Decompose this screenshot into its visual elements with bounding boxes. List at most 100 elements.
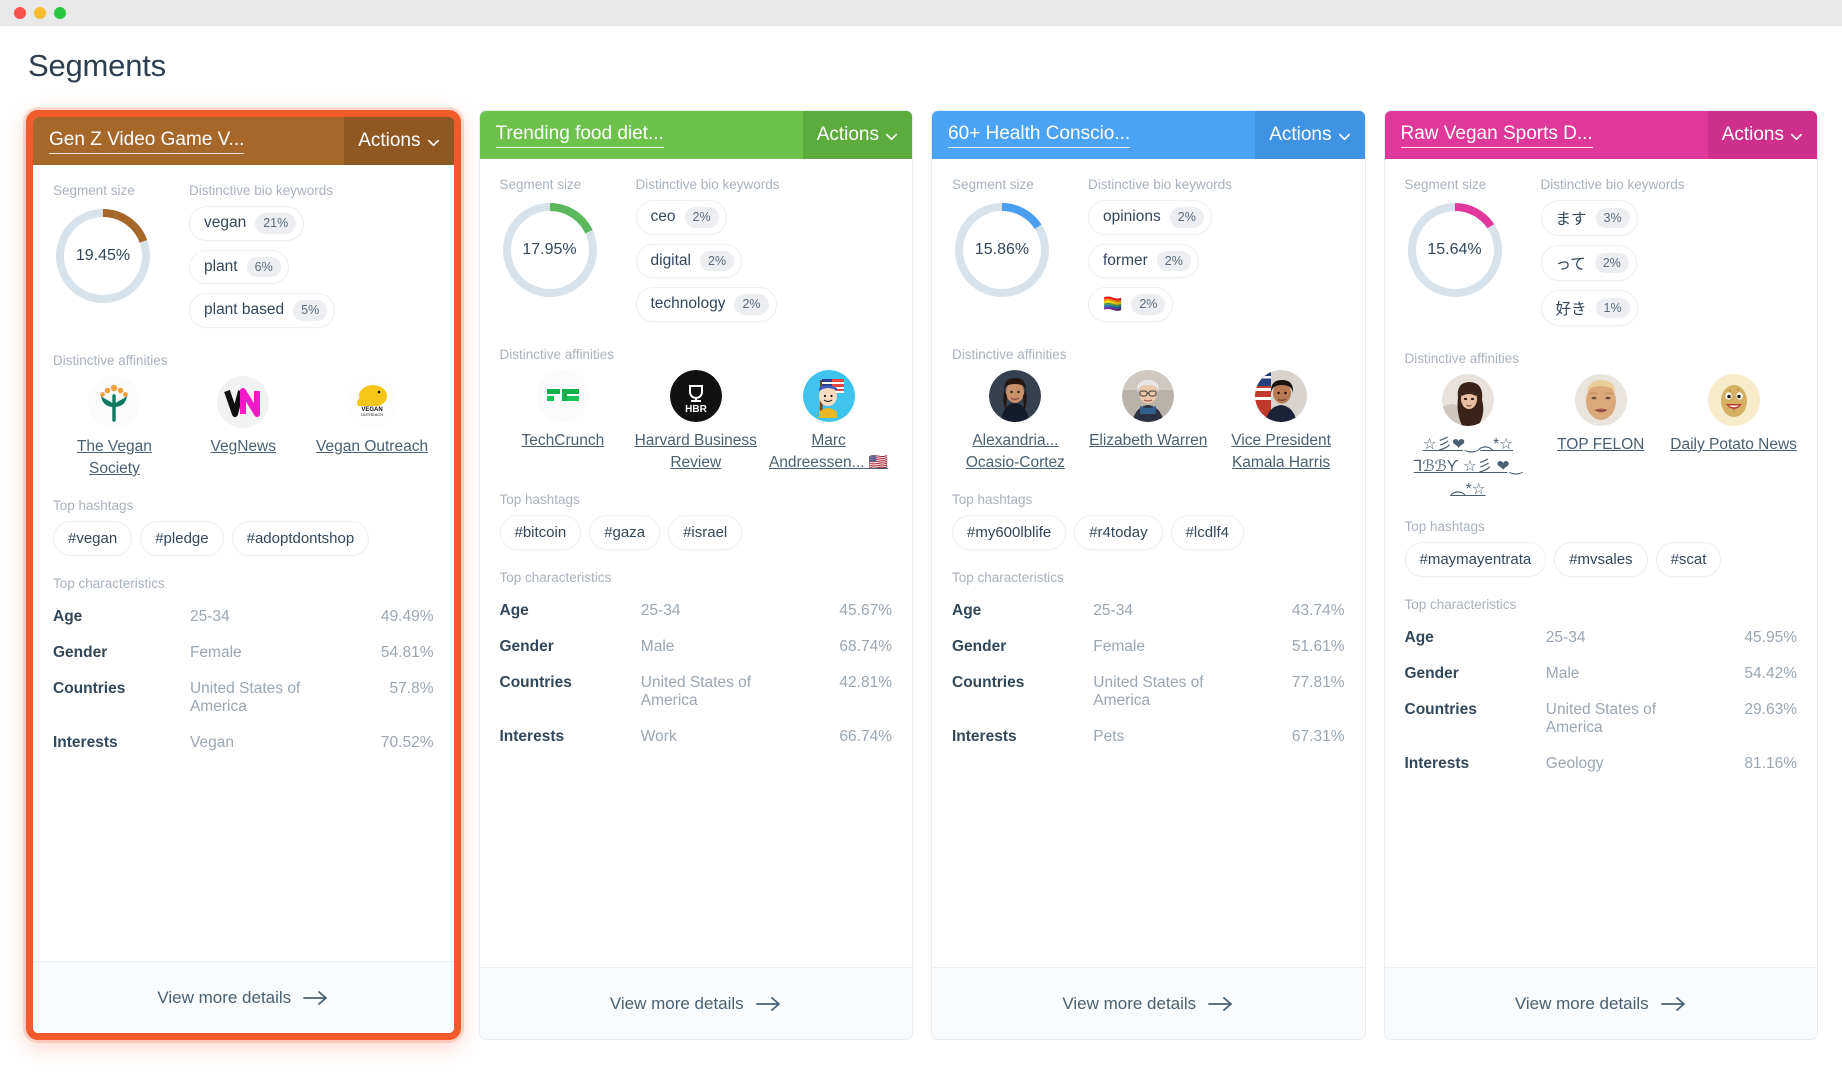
daily-potato-news-avatar — [1707, 374, 1760, 426]
actions-menu-button[interactable]: Actions — [1707, 111, 1817, 159]
segment-title[interactable]: 60+ Health Conscio... — [932, 111, 1255, 159]
hashtags-block: Top hashtags #maymayentrata #mvsales #scat — [1404, 519, 1798, 578]
view-more-details-button[interactable]: View more details — [479, 967, 912, 1039]
affinity-name[interactable]: Vegan Outreach — [316, 436, 428, 458]
bio-keyword-pill[interactable]: ceo 2% — [635, 200, 727, 235]
bio-keyword-pill[interactable]: former 2% — [1088, 243, 1199, 278]
top-felon-avatar — [1574, 374, 1627, 426]
bio-keywords-block: Distinctive bio keywords ます 3% って 2% 好き 1% — [1540, 177, 1798, 335]
segment-overview: Segment size 15.86% Distinctive bio keywor… — [952, 177, 1345, 331]
bio-keyword-pill[interactable]: 🏳️‍🌈 2% — [1088, 287, 1174, 322]
bio-keyword-pill[interactable]: 好き 1% — [1540, 290, 1638, 326]
characteristic-value: United States of America — [1093, 674, 1204, 710]
segment-size-block: Segment size 19.45% — [53, 183, 173, 337]
bio-keyword-pill[interactable]: ます 3% — [1540, 200, 1638, 236]
hashtag-chip[interactable]: #my600lblife — [952, 515, 1067, 551]
view-more-details-button[interactable]: View more details — [33, 961, 454, 1033]
segment-card: Trending food diet... Actions Segment size… — [478, 110, 913, 1040]
segment-size-donut-chart: 17.95% — [500, 200, 600, 300]
affinity-item[interactable]: ☆彡❤︎‿︵*☆ ⅂ℬℬƳ ☆彡 ❤︎‿︵*☆ — [1405, 374, 1532, 501]
bio-keyword-pill[interactable]: plant 6% — [189, 249, 289, 284]
affinity-name[interactable]: TechCrunch — [522, 430, 605, 452]
affinity-item[interactable]: Elizabeth Warren — [1085, 369, 1212, 475]
minimize-window-button[interactable] — [34, 7, 46, 19]
bio-keyword-pill[interactable]: opinions 2% — [1088, 200, 1212, 235]
affinity-name[interactable]: ☆彡❤︎‿︵*☆ ⅂ℬℬƳ ☆彡 ❤︎‿︵*☆ — [1405, 434, 1532, 501]
hashtag-chip[interactable]: #pledge — [140, 521, 224, 557]
affinities-label: Distinctive affinities — [499, 346, 615, 362]
affinity-name[interactable]: Harvard Business Review — [632, 430, 759, 475]
segment-size-value: 17.95% — [522, 241, 577, 258]
bio-keyword-pill[interactable]: digital 2% — [635, 243, 743, 278]
affinities-label: Distinctive affinities — [1404, 351, 1520, 366]
characteristic-value: Work — [640, 728, 677, 746]
characteristic-percent: 54.42% — [1744, 665, 1797, 683]
segment-title[interactable]: Gen Z Video Game V... — [33, 117, 344, 165]
affinity-item[interactable]: VEGAN OUTREACH Vegan Outreach — [311, 375, 434, 481]
affinity-name[interactable]: The Vegan Society — [53, 436, 176, 481]
close-window-button[interactable] — [14, 7, 26, 19]
affinity-name[interactable]: Vice President Kamala Harris — [1218, 430, 1345, 475]
segment-size-block: Segment size 15.64% — [1405, 177, 1525, 335]
hashtag-chip[interactable]: #maymayentrata — [1404, 542, 1547, 578]
bio-keyword-pill[interactable]: plant based 5% — [189, 293, 336, 328]
affinity-name[interactable]: TOP FELON — [1557, 434, 1644, 456]
bio-keyword-pill[interactable]: technology 2% — [635, 287, 777, 322]
affinity-name[interactable]: Alexandria... Ocasio-Cortez — [952, 430, 1079, 475]
affinity-item[interactable]: Daily Potato News — [1670, 374, 1797, 501]
hashtags-label: Top hashtags — [952, 492, 1033, 508]
affinity-name[interactable]: VegNews — [211, 436, 276, 458]
affinity-item[interactable]: VegNews — [182, 375, 305, 481]
characteristic-value: United States of America — [640, 674, 752, 710]
affinity-item[interactable]: Alexandria... Ocasio-Cortez — [952, 369, 1079, 475]
affinity-item[interactable]: TOP FELON — [1537, 374, 1664, 501]
hashtag-chip[interactable]: #lcdlf4 — [1170, 515, 1244, 551]
actions-menu-button[interactable]: Actions — [1255, 111, 1365, 159]
hashtag-chip[interactable]: #bitcoin — [499, 515, 582, 551]
characteristic-key: Interests — [952, 728, 1017, 746]
arrow-right-icon — [303, 990, 329, 1006]
segment-title-text: Raw Vegan Sports D... — [1400, 123, 1593, 148]
view-more-details-label: View more details — [157, 987, 292, 1007]
characteristic-key: Interests — [499, 728, 565, 746]
hashtag-chip[interactable]: #adoptdontshop — [231, 521, 370, 557]
affinity-item[interactable]: TechCrunch — [500, 369, 627, 475]
affinity-item[interactable]: Marc Andreessen... 🇺🇸 — [765, 369, 892, 475]
affinities-list: ☆彡❤︎‿︵*☆ ⅂ℬℬƳ ☆彡 ❤︎‿︵*☆ TOP FELON Daily Po… — [1405, 374, 1798, 501]
maximize-window-button[interactable] — [54, 7, 66, 19]
hashtag-chip[interactable]: #mvsales — [1554, 542, 1648, 578]
card-header: 60+ Health Conscio... Actions — [932, 111, 1365, 159]
bio-keyword-percent: 21% — [255, 213, 297, 234]
bio-keyword-percent: 2% — [734, 294, 769, 315]
hashtag-chip[interactable]: #r4today — [1074, 515, 1163, 551]
hashtag-chip[interactable]: #israel — [668, 515, 743, 551]
segment-title[interactable]: Raw Vegan Sports D... — [1385, 111, 1708, 159]
window-titlebar — [0, 0, 1842, 26]
affinity-item[interactable]: HBR Harvard Business Review — [632, 369, 759, 475]
bio-keyword-pill[interactable]: vegan 21% — [189, 206, 305, 241]
bio-keyword-text: technology — [650, 295, 726, 313]
characteristic-percent: 54.81% — [380, 644, 434, 662]
keyword-row: 🏳️‍🌈 2% — [1088, 287, 1345, 331]
bio-keyword-percent: 2% — [1594, 252, 1629, 274]
affinity-name[interactable]: Daily Potato News — [1670, 434, 1797, 456]
characteristic-percent: 57.8% — [389, 680, 434, 698]
affinity-name[interactable]: Elizabeth Warren — [1089, 430, 1207, 452]
hashtag-chip[interactable]: #gaza — [589, 515, 661, 551]
view-more-details-button[interactable]: View more details — [1384, 967, 1817, 1039]
affinity-item[interactable]: The Vegan Society — [53, 375, 176, 481]
actions-menu-button[interactable]: Actions — [802, 111, 912, 159]
affinities-block: Distinctive affinities TechCrunch HBR Harva… — [500, 347, 893, 475]
affinity-item[interactable]: Vice President Kamala Harris — [1218, 369, 1345, 475]
characteristic-value: Male — [640, 638, 675, 656]
chevron-down-icon — [1790, 130, 1803, 143]
bio-keyword-text: 🏳️‍🌈 — [1103, 295, 1123, 313]
bio-keyword-pill[interactable]: って 2% — [1540, 245, 1637, 281]
actions-menu-button[interactable]: Actions — [344, 117, 454, 165]
view-more-details-button[interactable]: View more details — [932, 967, 1365, 1039]
hashtag-chip[interactable]: #vegan — [53, 521, 133, 557]
hashtag-chip[interactable]: #scat — [1655, 542, 1722, 578]
affinity-name[interactable]: Marc Andreessen... 🇺🇸 — [765, 430, 892, 475]
segment-title[interactable]: Trending food diet... — [480, 111, 803, 159]
segment-card: Gen Z Video Game V... Actions Segment size… — [26, 110, 461, 1040]
